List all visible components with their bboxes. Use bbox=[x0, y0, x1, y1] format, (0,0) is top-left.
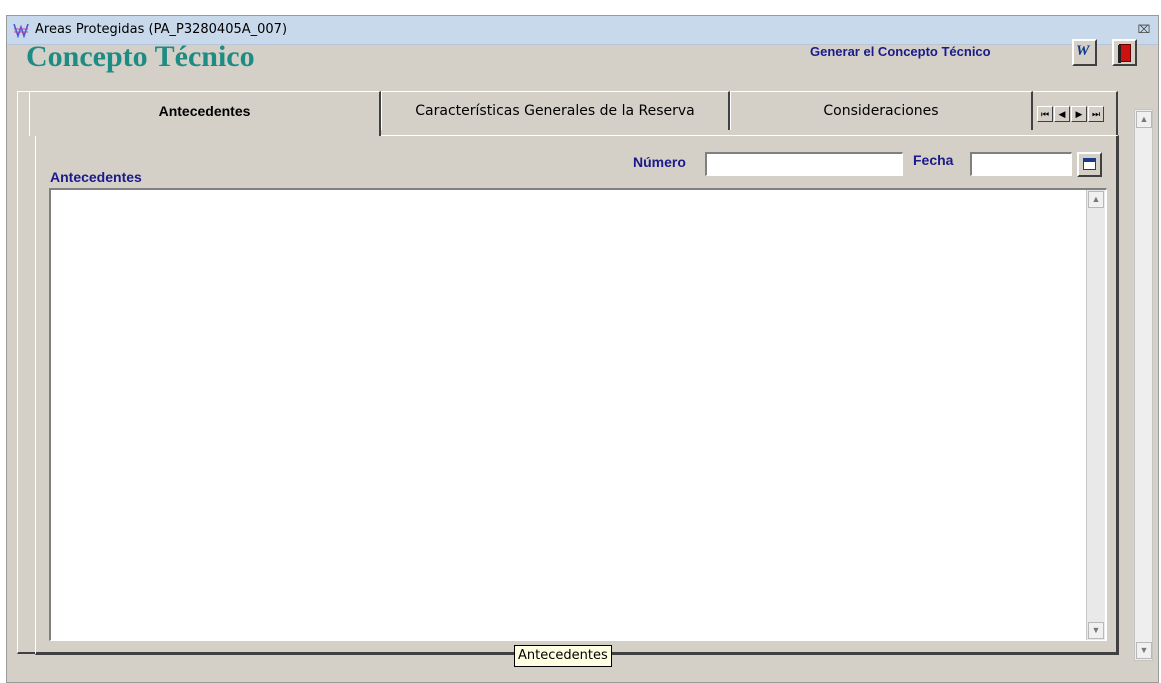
first-tab-icon[interactable]: ⏮ bbox=[1037, 106, 1053, 122]
generate-word-button[interactable]: W bbox=[1072, 39, 1097, 66]
scroll-down-icon[interactable]: ▼ bbox=[1088, 622, 1104, 639]
form-scrollbar[interactable]: ▲ ▼ bbox=[1134, 109, 1153, 661]
numero-label: Número bbox=[633, 154, 686, 170]
tab-caracteristicas[interactable]: Características Generales de la Reserva bbox=[381, 91, 730, 130]
generate-label: Generar el Concepto Técnico bbox=[810, 44, 991, 59]
app-logo-icon bbox=[13, 23, 29, 38]
prev-tab-icon[interactable]: ◀ bbox=[1054, 106, 1070, 122]
last-tab-icon[interactable]: ⏭ bbox=[1088, 106, 1104, 122]
numero-input[interactable] bbox=[705, 152, 903, 176]
tab-navigation: ⏮ ◀ ▶ ⏭ bbox=[1037, 104, 1113, 122]
fecha-label: Fecha bbox=[913, 152, 954, 168]
memo-scrollbar[interactable]: ▲ ▼ bbox=[1086, 190, 1105, 640]
close-icon[interactable]: ⌧ bbox=[1136, 22, 1152, 38]
word-document-icon: W bbox=[1076, 43, 1090, 59]
form-scroll-down-icon[interactable]: ▼ bbox=[1136, 642, 1152, 659]
scroll-up-icon[interactable]: ▲ bbox=[1088, 191, 1104, 208]
antecedentes-label: Antecedentes bbox=[50, 169, 142, 185]
tab-strip: Antecedentes Características Generales d… bbox=[29, 91, 1119, 145]
fecha-input[interactable] bbox=[970, 152, 1072, 176]
tooltip: Antecedentes bbox=[514, 645, 612, 667]
tab-antecedentes[interactable]: Antecedentes bbox=[29, 91, 381, 136]
page-title: Concepto Técnico bbox=[26, 40, 255, 73]
calendar-icon bbox=[1083, 158, 1096, 170]
next-tab-icon[interactable]: ▶ bbox=[1071, 106, 1087, 122]
tab-consideraciones[interactable]: Consideraciones bbox=[730, 91, 1033, 130]
antecedentes-textarea[interactable] bbox=[49, 188, 1107, 641]
exit-button[interactable] bbox=[1112, 39, 1137, 66]
window-title: Areas Protegidas (PA_P3280405A_007) bbox=[35, 22, 288, 37]
form-scroll-up-icon[interactable]: ▲ bbox=[1136, 111, 1152, 128]
exit-door-icon bbox=[1118, 44, 1131, 63]
calendar-button[interactable] bbox=[1077, 152, 1102, 177]
